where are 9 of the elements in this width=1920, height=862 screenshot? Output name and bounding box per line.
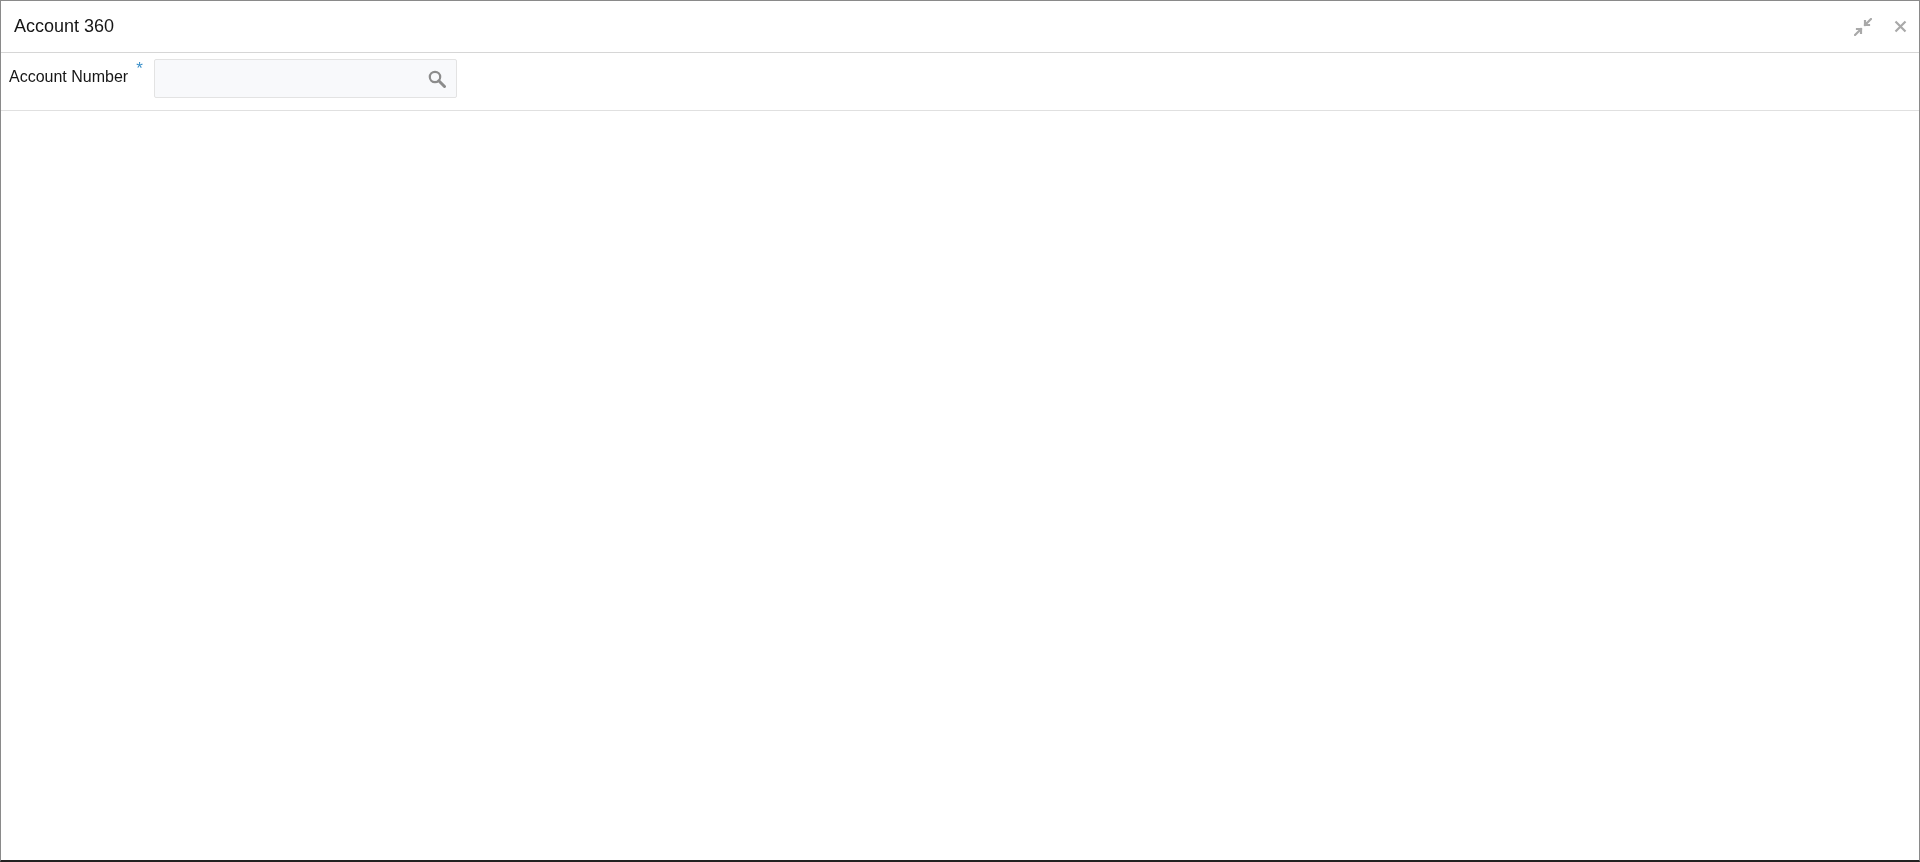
- close-button[interactable]: [1894, 20, 1907, 33]
- required-mark: *: [136, 60, 143, 77]
- compress-arrows-icon: [1854, 17, 1872, 36]
- minimize-button[interactable]: [1854, 17, 1872, 36]
- account-number-field[interactable]: [153, 59, 457, 98]
- search-icon[interactable]: [427, 69, 446, 88]
- window-title: Account 360: [14, 15, 115, 38]
- field-label: Account Number: [9, 67, 129, 87]
- close-icon: [1894, 20, 1907, 33]
